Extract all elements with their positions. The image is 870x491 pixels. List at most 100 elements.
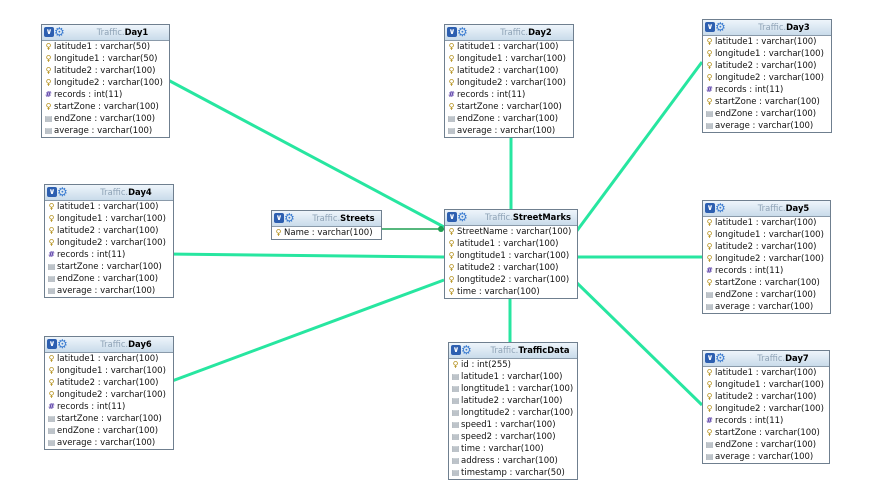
- column-row[interactable]: ▤ longtitude1 : varchar(100): [449, 383, 577, 395]
- table-day2[interactable]: ∨ ⚙ Traffic.Day2 ♀ latitude1 : varchar(100) ♀…: [444, 24, 574, 138]
- column-row[interactable]: ♀ latitude2 : varchar(100): [445, 65, 573, 77]
- relationship-line-streetmarks-day4[interactable]: [165, 252, 445, 259]
- column-row[interactable]: ♀ longitude2 : varchar(100): [42, 77, 169, 89]
- column-row[interactable]: ♀ latitude1 : varchar(100): [445, 238, 577, 250]
- column-row[interactable]: ♀ StreetName : varchar(100): [445, 226, 577, 238]
- column-row[interactable]: ♀ longitude1 : varchar(100): [45, 365, 173, 377]
- column-row[interactable]: ▤ endZone : varchar(100): [703, 289, 830, 301]
- column-row[interactable]: ♀ longitude1 : varchar(100): [45, 213, 173, 225]
- column-row[interactable]: ♀ longitude1 : varchar(50): [42, 53, 169, 65]
- column-row[interactable]: ▤ time : varchar(100): [449, 443, 577, 455]
- chevron-down-icon[interactable]: ∨: [447, 27, 457, 37]
- chevron-down-icon[interactable]: ∨: [447, 212, 457, 222]
- column-row[interactable]: ♀ longitude2 : varchar(100): [703, 72, 831, 84]
- table-day3[interactable]: ∨ ⚙ Traffic.Day3 ♀ latitude1 : varchar(100) ♀…: [702, 19, 832, 133]
- column-row[interactable]: ▤ endZone : varchar(100): [45, 425, 173, 437]
- column-row[interactable]: ♀ time : varchar(100): [445, 286, 577, 298]
- column-row[interactable]: ♀ latitude1 : varchar(100): [445, 41, 573, 53]
- column-row[interactable]: ♀ startZone : varchar(100): [703, 96, 831, 108]
- column-row[interactable]: ▤ endZone : varchar(100): [42, 113, 169, 125]
- column-row[interactable]: # records : int(11): [703, 84, 831, 96]
- chevron-down-icon[interactable]: ∨: [451, 345, 461, 355]
- column-row[interactable]: ♀ latitude2 : varchar(100): [45, 225, 173, 237]
- table-header[interactable]: ∨ ⚙ Traffic.TrafficData: [449, 343, 577, 359]
- chevron-down-icon[interactable]: ∨: [705, 353, 715, 363]
- column-row[interactable]: # records : int(11): [45, 249, 173, 261]
- table-streetmarks[interactable]: ∨ ⚙ Traffic.StreetMarks ♀ StreetName : varch…: [444, 209, 578, 299]
- column-row[interactable]: ♀ latitude2 : varchar(100): [703, 391, 829, 403]
- column-row[interactable]: # records : int(11): [445, 89, 573, 101]
- chevron-down-icon[interactable]: ∨: [44, 27, 54, 37]
- table-streets[interactable]: ∨ ⚙ Traffic.Streets ♀ Name : varchar(100): [271, 210, 382, 240]
- column-row[interactable]: ♀ longitude1 : varchar(100): [703, 48, 831, 60]
- column-row[interactable]: ♀ startZone : varchar(100): [42, 101, 169, 113]
- column-row[interactable]: # records : int(11): [45, 401, 173, 413]
- table-day1[interactable]: ∨ ⚙ Traffic.Day1 ♀ latitude1 : varchar(50) ♀ l…: [41, 24, 170, 138]
- column-row[interactable]: ♀ longitude1 : varchar(100): [703, 229, 830, 241]
- column-row[interactable]: ♀ longitude2 : varchar(100): [703, 403, 829, 415]
- relationship-line-streetmarks-day7[interactable]: [574, 280, 704, 407]
- column-row[interactable]: ▤ timestamp : varchar(50): [449, 467, 577, 479]
- column-row[interactable]: # records : int(11): [42, 89, 169, 101]
- column-row[interactable]: ♀ longitude2 : varchar(100): [45, 389, 173, 401]
- chevron-down-icon[interactable]: ∨: [47, 339, 57, 349]
- column-row[interactable]: ♀ startZone : varchar(100): [703, 277, 830, 289]
- column-row[interactable]: ♀ Name : varchar(100): [272, 227, 381, 239]
- column-row[interactable]: ♀ longitude2 : varchar(100): [45, 237, 173, 249]
- column-row[interactable]: ♀ startZone : varchar(100): [703, 427, 829, 439]
- column-row[interactable]: ♀ longitude1 : varchar(100): [703, 379, 829, 391]
- column-row[interactable]: ♀ id : int(255): [449, 359, 577, 371]
- column-row[interactable]: ♀ latitude1 : varchar(100): [703, 36, 831, 48]
- gear-icon[interactable]: ⚙: [57, 338, 68, 350]
- column-row[interactable]: ▤ average : varchar(100): [703, 301, 830, 313]
- column-row[interactable]: ▤ average : varchar(100): [45, 285, 173, 297]
- table-day7[interactable]: ∨ ⚙ Traffic.Day7 ♀ latitude1 : varchar(100) ♀…: [702, 350, 830, 464]
- chevron-down-icon[interactable]: ∨: [274, 213, 284, 223]
- column-row[interactable]: ♀ latitude1 : varchar(100): [45, 353, 173, 365]
- table-header[interactable]: ∨ ⚙ Traffic.Day2: [445, 25, 573, 41]
- column-row[interactable]: ♀ longtitude1 : varchar(100): [445, 250, 577, 262]
- table-day4[interactable]: ∨ ⚙ Traffic.Day4 ♀ latitude1 : varchar(100) ♀…: [44, 184, 174, 298]
- column-row[interactable]: ♀ longitude1 : varchar(100): [445, 53, 573, 65]
- column-row[interactable]: ▤ average : varchar(100): [45, 437, 173, 449]
- column-row[interactable]: ▤ latitude1 : varchar(100): [449, 371, 577, 383]
- column-row[interactable]: ▤ speed2 : varchar(100): [449, 431, 577, 443]
- column-row[interactable]: ♀ latitude2 : varchar(100): [703, 60, 831, 72]
- column-row[interactable]: ♀ longitude2 : varchar(100): [445, 77, 573, 89]
- table-header[interactable]: ∨ ⚙ Traffic.Day6: [45, 337, 173, 353]
- table-header[interactable]: ∨ ⚙ Traffic.Day7: [703, 351, 829, 367]
- table-day6[interactable]: ∨ ⚙ Traffic.Day6 ♀ latitude1 : varchar(100) ♀…: [44, 336, 174, 450]
- table-day5[interactable]: ∨ ⚙ Traffic.Day5 ♀ latitude1 : varchar(100) ♀…: [702, 200, 831, 314]
- column-row[interactable]: ▤ endZone : varchar(100): [445, 113, 573, 125]
- gear-icon[interactable]: ⚙: [461, 344, 472, 356]
- table-header[interactable]: ∨ ⚙ Traffic.Day3: [703, 20, 831, 36]
- column-row[interactable]: ♀ latitude1 : varchar(100): [703, 217, 830, 229]
- gear-icon[interactable]: ⚙: [715, 352, 726, 364]
- column-row[interactable]: ▤ endZone : varchar(100): [703, 108, 831, 120]
- chevron-down-icon[interactable]: ∨: [47, 187, 57, 197]
- column-row[interactable]: ▤ address : varchar(100): [449, 455, 577, 467]
- column-row[interactable]: ▤ latitude2 : varchar(100): [449, 395, 577, 407]
- column-row[interactable]: # records : int(11): [703, 415, 829, 427]
- column-row[interactable]: ▤ endZone : varchar(100): [45, 273, 173, 285]
- table-header[interactable]: ∨ ⚙ Traffic.Streets: [272, 211, 381, 227]
- gear-icon[interactable]: ⚙: [715, 21, 726, 33]
- column-row[interactable]: ♀ latitude1 : varchar(50): [42, 41, 169, 53]
- column-row[interactable]: ♀ latitude2 : varchar(100): [445, 262, 577, 274]
- gear-icon[interactable]: ⚙: [57, 186, 68, 198]
- column-row[interactable]: ▤ average : varchar(100): [42, 125, 169, 137]
- column-row[interactable]: ▤ startZone : varchar(100): [45, 413, 173, 425]
- column-row[interactable]: ▤ speed1 : varchar(100): [449, 419, 577, 431]
- column-row[interactable]: # records : int(11): [703, 265, 830, 277]
- column-row[interactable]: ♀ longitude2 : varchar(100): [703, 253, 830, 265]
- gear-icon[interactable]: ⚙: [54, 26, 65, 38]
- table-header[interactable]: ∨ ⚙ Traffic.Day5: [703, 201, 830, 217]
- table-header[interactable]: ∨ ⚙ Traffic.Day4: [45, 185, 173, 201]
- table-trafficdata[interactable]: ∨ ⚙ Traffic.TrafficData ♀ id : int(255) ▤ lati…: [448, 342, 578, 480]
- column-row[interactable]: ♀ latitude2 : varchar(100): [42, 65, 169, 77]
- table-header[interactable]: ∨ ⚙ Traffic.StreetMarks: [445, 210, 577, 226]
- column-row[interactable]: ▤ endZone : varchar(100): [703, 439, 829, 451]
- chevron-down-icon[interactable]: ∨: [705, 22, 715, 32]
- column-row[interactable]: ♀ latitude1 : varchar(100): [45, 201, 173, 213]
- column-row[interactable]: ▤ startZone : varchar(100): [45, 261, 173, 273]
